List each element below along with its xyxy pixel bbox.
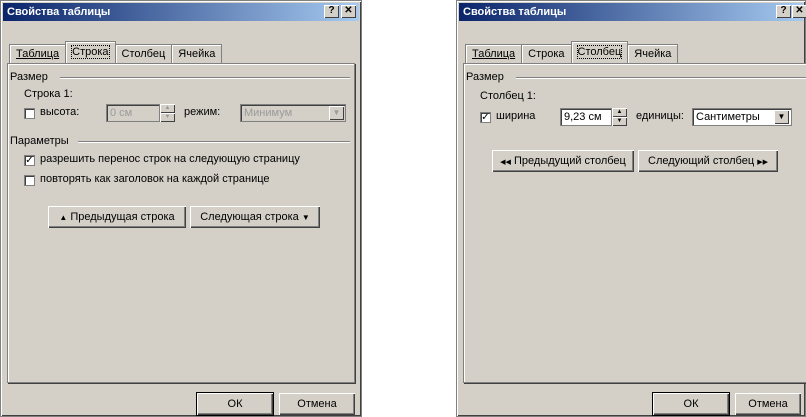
next-column-button[interactable]: Следующий столбец ▶▶ xyxy=(638,150,778,172)
previous-row-button[interactable]: ▲ Предыдущая строка xyxy=(48,206,186,228)
allow-row-break-label: разрешить перенос строк на следующую стр… xyxy=(40,153,300,165)
tab-page: Размер Столбец 1: ✓ ширина 9,23 см ▲ ▼ е… xyxy=(463,63,806,383)
spin-down-icon[interactable]: ▼ xyxy=(612,117,627,126)
help-button[interactable]: ? xyxy=(324,5,339,18)
spin-down-icon[interactable]: ▼ xyxy=(160,113,175,122)
dialog-title: Свойства таблицы xyxy=(463,6,567,18)
ok-button[interactable]: ОК xyxy=(197,393,273,415)
width-spinner[interactable]: ▲ ▼ xyxy=(612,108,627,126)
params-group-title: Параметры xyxy=(10,135,69,147)
title-bar: Свойства таблицы ? ✕ xyxy=(459,3,806,21)
tab-page: Размер Строка 1: высота: 0 см ▲ ▼ режим:… xyxy=(7,63,355,383)
tab-table[interactable]: Таблица xyxy=(9,44,67,63)
mode-label: режим: xyxy=(184,106,221,118)
tab-strip: Таблица Строка Столбец Ячейка xyxy=(465,41,679,63)
divider xyxy=(78,141,350,143)
ok-button[interactable]: ОК xyxy=(653,393,729,415)
width-checkbox[interactable]: ✓ xyxy=(480,112,491,123)
up-arrow-icon: ▲ xyxy=(59,213,68,222)
dialog-title: Свойства таблицы xyxy=(7,6,111,18)
repeat-header-label: повторять как заголовок на каждой страни… xyxy=(40,173,270,185)
size-group-title: Размер xyxy=(466,71,504,83)
size-group-title: Размер xyxy=(10,71,48,83)
width-input[interactable]: 9,23 см xyxy=(560,108,612,126)
divider xyxy=(516,77,806,79)
tab-row[interactable]: Строка xyxy=(521,44,572,63)
units-label: единицы: xyxy=(636,110,684,122)
close-button[interactable]: ✕ xyxy=(792,5,806,18)
previous-column-button[interactable]: ◀◀ Предыдущий столбец xyxy=(492,150,634,172)
height-checkbox[interactable] xyxy=(24,108,35,119)
row-number-label: Строка 1: xyxy=(24,88,73,100)
column-number-label: Столбец 1: xyxy=(480,90,536,102)
height-spinner[interactable]: ▲ ▼ xyxy=(160,104,175,122)
tab-row[interactable]: Строка xyxy=(65,41,116,63)
spin-up-icon[interactable]: ▲ xyxy=(160,104,175,113)
tab-strip: Таблица Строка Столбец Ячейка xyxy=(9,41,223,63)
allow-row-break-checkbox[interactable]: ✓ xyxy=(24,155,35,166)
tab-column[interactable]: Столбец xyxy=(570,41,629,63)
help-button[interactable]: ? xyxy=(776,5,791,18)
tab-cell[interactable]: Ячейка xyxy=(171,44,223,63)
cancel-button[interactable]: Отмена xyxy=(279,393,355,415)
next-row-button[interactable]: Следующая строка ▼ xyxy=(190,206,320,228)
dropdown-arrow-icon[interactable]: ▼ xyxy=(329,106,344,120)
tab-table[interactable]: Таблица xyxy=(465,44,523,63)
divider xyxy=(60,77,350,79)
row-properties-dialog: Свойства таблицы ? ✕ Таблица Строка Стол… xyxy=(0,0,362,417)
height-input[interactable]: 0 см xyxy=(106,104,160,122)
down-arrow-icon: ▼ xyxy=(301,213,310,222)
title-bar: Свойства таблицы ? ✕ xyxy=(3,3,359,21)
repeat-header-checkbox[interactable] xyxy=(24,175,35,186)
dropdown-arrow-icon[interactable]: ▼ xyxy=(774,110,789,124)
double-right-arrow-icon: ▶▶ xyxy=(757,159,768,166)
height-label: высота: xyxy=(40,106,80,118)
close-button[interactable]: ✕ xyxy=(341,5,356,18)
cancel-button[interactable]: Отмена xyxy=(735,393,801,415)
tab-cell[interactable]: Ячейка xyxy=(627,44,679,63)
double-left-arrow-icon: ◀◀ xyxy=(500,159,511,166)
tab-column[interactable]: Столбец xyxy=(114,44,173,63)
spin-up-icon[interactable]: ▲ xyxy=(612,108,627,117)
column-properties-dialog: Свойства таблицы ? ✕ Таблица Строка Стол… xyxy=(456,0,806,417)
width-label: ширина xyxy=(496,110,536,122)
